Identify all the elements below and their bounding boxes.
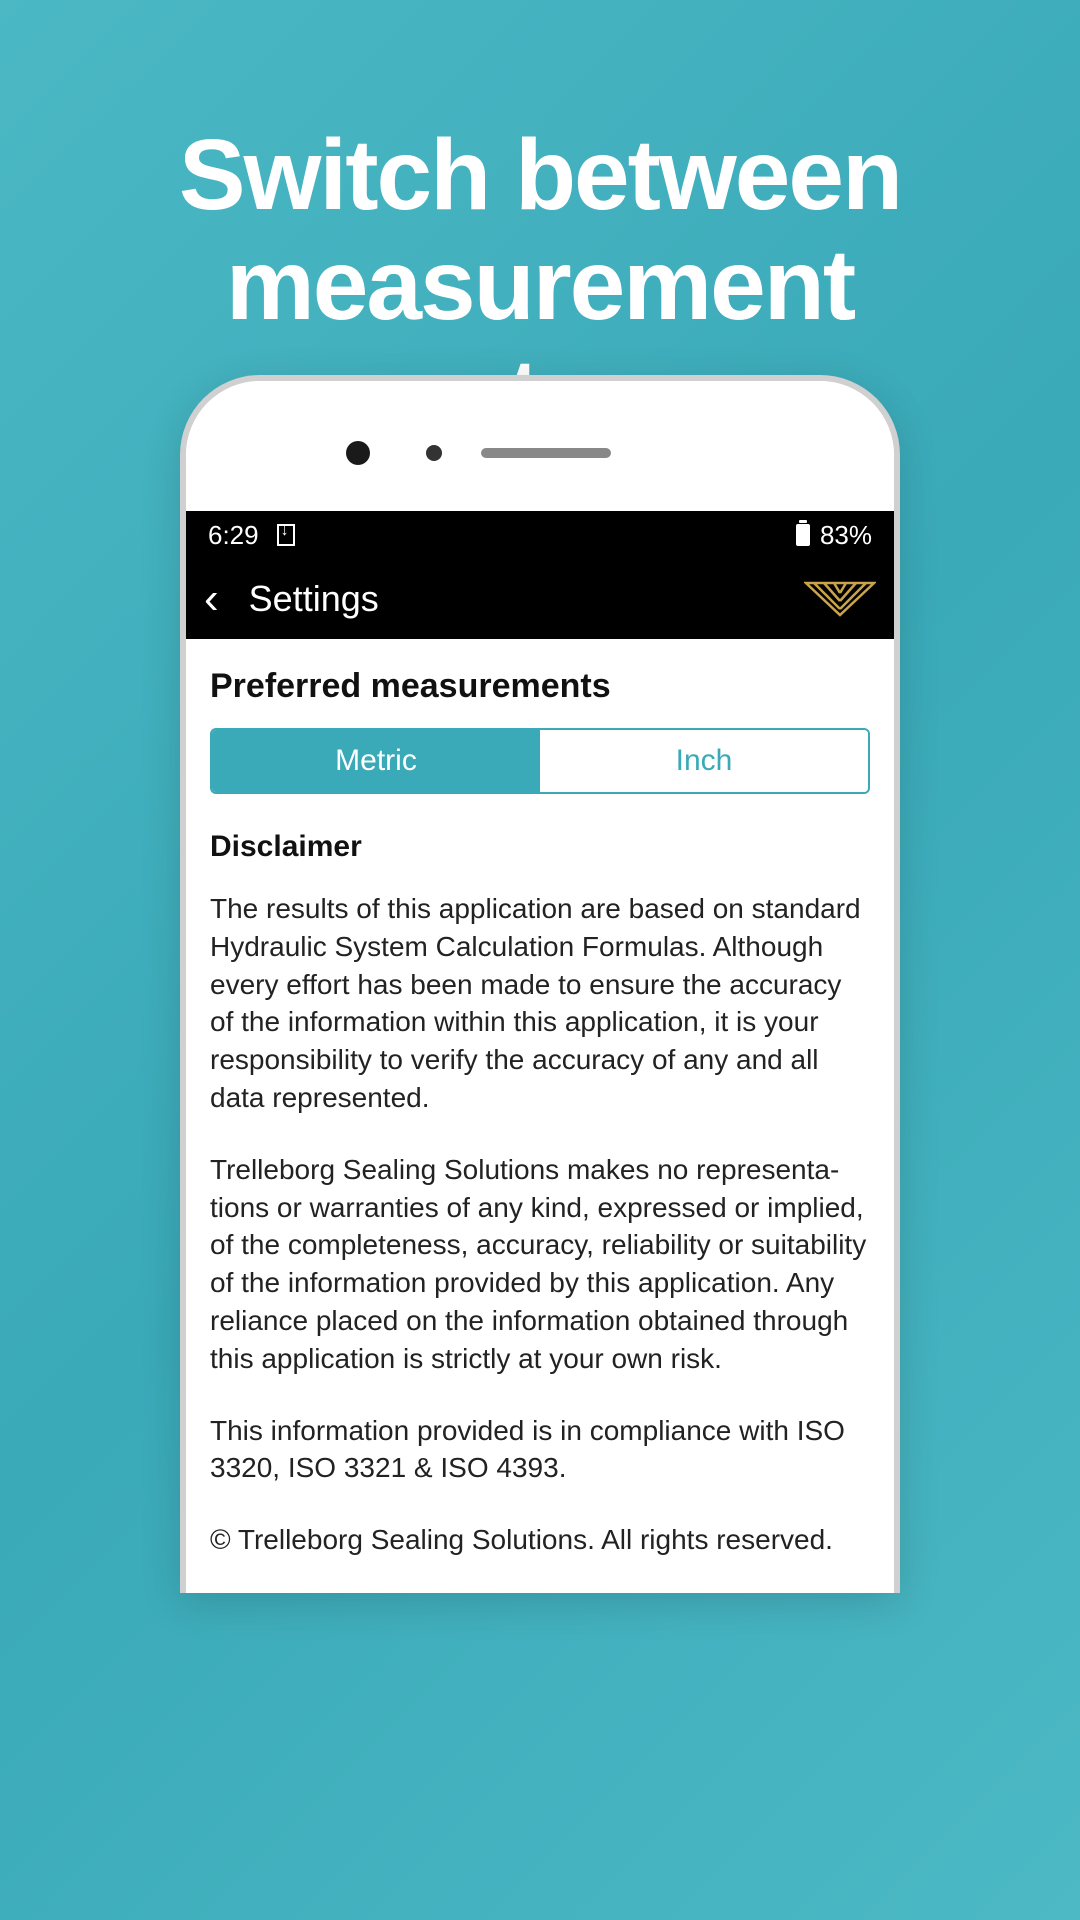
phone-frame: 6:29 83% ‹ Settings Preferred measuremen…: [180, 375, 900, 1593]
status-left: 6:29: [208, 520, 295, 551]
disclaimer-heading: Disclaimer: [210, 830, 870, 864]
settings-content: Preferred measurements Metric Inch Discl…: [186, 639, 894, 1559]
status-time: 6:29: [208, 520, 259, 551]
measurement-segmented-control: Metric Inch: [210, 728, 870, 794]
status-bar: 6:29 83%: [186, 511, 894, 559]
app-header: ‹ Settings: [186, 559, 894, 639]
brand-logo-icon: [804, 581, 876, 617]
preferred-measurements-heading: Preferred measurements: [210, 667, 870, 706]
download-icon: [277, 524, 295, 546]
back-icon[interactable]: ‹: [204, 577, 219, 621]
battery-percent: 83%: [820, 520, 872, 551]
battery-icon: [796, 524, 810, 546]
copyright-text: © Trelleborg Sealing Solutions. All righ…: [210, 1521, 870, 1559]
segment-metric[interactable]: Metric: [212, 730, 540, 792]
speaker-icon: [481, 448, 611, 458]
phone-hardware-top: [186, 381, 894, 511]
segment-inch[interactable]: Inch: [540, 730, 868, 792]
camera-icon: [346, 441, 370, 465]
disclaimer-paragraph-2: Trelleborg Sealing Solutions makes no re…: [210, 1151, 870, 1378]
sensor-icon: [426, 445, 442, 461]
disclaimer-paragraph-3: This information provided is in complian…: [210, 1412, 870, 1488]
disclaimer-paragraph-1: The results of this application are base…: [210, 890, 870, 1117]
page-title: Settings: [249, 578, 804, 620]
status-right: 83%: [796, 520, 872, 551]
